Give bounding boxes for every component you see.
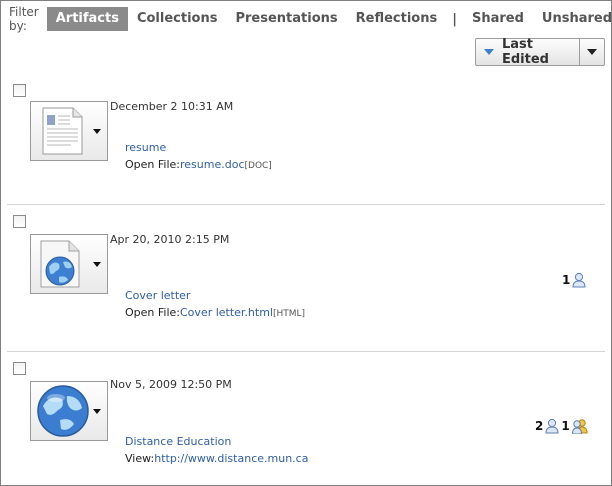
file-prefix: Open File: (125, 158, 180, 171)
file-link[interactable]: Cover letter.html (180, 306, 273, 319)
artifact-thumbnail[interactable] (30, 234, 108, 294)
artifact-date: Apr 20, 2010 2:15 PM (110, 233, 230, 246)
view-prefix: View: (125, 452, 155, 465)
user-icon (545, 418, 559, 434)
filter-separator: | (452, 11, 457, 27)
artifact-date: Nov 5, 2009 12:50 PM (110, 378, 232, 391)
sort-direction-icon (484, 49, 494, 55)
filter-presentations[interactable]: Presentations (226, 7, 346, 31)
thumbnail-menu-icon[interactable] (93, 262, 101, 267)
sort-menu-button[interactable] (579, 39, 604, 65)
artifact-checkbox[interactable] (13, 84, 26, 97)
artifact-title[interactable]: Distance Education (125, 435, 231, 448)
artifact-checkbox[interactable] (13, 215, 26, 228)
filter-artifacts[interactable]: Artifacts (46, 7, 128, 31)
filter-collections[interactable]: Collections (128, 7, 227, 31)
artifact-thumbnail[interactable] (30, 101, 108, 161)
filter-label: Filter by: (9, 5, 39, 33)
user-icon (572, 272, 586, 288)
sort-button[interactable]: Last Edited (476, 37, 579, 67)
file-prefix: Open File: (125, 306, 180, 319)
filter-shared[interactable]: Shared (463, 7, 533, 31)
shared-group-count: 1 (561, 419, 570, 433)
filter-bar: Filter by: Artifacts Collections Present… (9, 5, 612, 33)
artifact-view-line: View:http://www.distance.mun.ca (125, 452, 308, 465)
shared-user-count: 1 (562, 273, 571, 287)
sort-label: Last Edited (502, 37, 549, 67)
file-type: [DOC] (244, 161, 272, 171)
item-divider (7, 204, 605, 205)
group-icon (571, 419, 588, 434)
share-indicator[interactable]: 1 (562, 272, 586, 288)
web-page-icon (40, 240, 80, 288)
thumbnail-menu-icon[interactable] (93, 129, 101, 134)
chevron-down-icon (587, 49, 597, 55)
file-type: [HTML] (273, 309, 306, 319)
view-link[interactable]: http://www.distance.mun.ca (154, 452, 308, 465)
item-divider (7, 351, 605, 352)
shared-user-count: 2 (535, 419, 544, 433)
artifact-title[interactable]: Cover letter (125, 289, 190, 302)
filter-reflections[interactable]: Reflections (347, 7, 447, 31)
file-link[interactable]: resume.doc (180, 158, 245, 171)
artifact-checkbox[interactable] (13, 362, 26, 375)
artifact-date: December 2 10:31 AM (110, 100, 234, 113)
filter-unshared[interactable]: Unshared (533, 7, 612, 31)
artifact-file-line: Open File:resume.doc[DOC] (125, 158, 272, 171)
artifact-title[interactable]: resume (125, 141, 166, 154)
globe-icon (37, 385, 89, 437)
sort-dropdown[interactable]: Last Edited (475, 37, 605, 67)
artifact-list-panel: Filter by: Artifacts Collections Present… (0, 0, 612, 486)
artifact-thumbnail[interactable] (30, 381, 108, 441)
artifact-file-line: Open File:Cover letter.html[HTML] (125, 306, 305, 319)
document-icon (42, 107, 83, 155)
thumbnail-menu-icon[interactable] (93, 409, 101, 414)
share-indicator[interactable]: 2 1 (535, 418, 588, 434)
